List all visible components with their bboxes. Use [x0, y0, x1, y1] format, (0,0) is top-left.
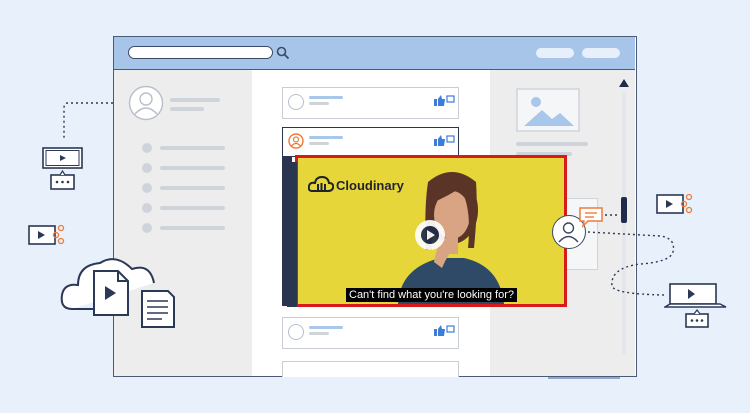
laptop-icon: [664, 283, 727, 328]
share-video-icon: [28, 224, 65, 245]
connector-lines: [63, 102, 675, 296]
decor-line: [548, 377, 620, 379]
document-icon: [141, 290, 175, 328]
video-file-icon: [93, 270, 129, 316]
video-device-icon: [42, 147, 83, 190]
share-video-icon: [656, 193, 693, 214]
cloud-upload-icon: [60, 258, 175, 328]
